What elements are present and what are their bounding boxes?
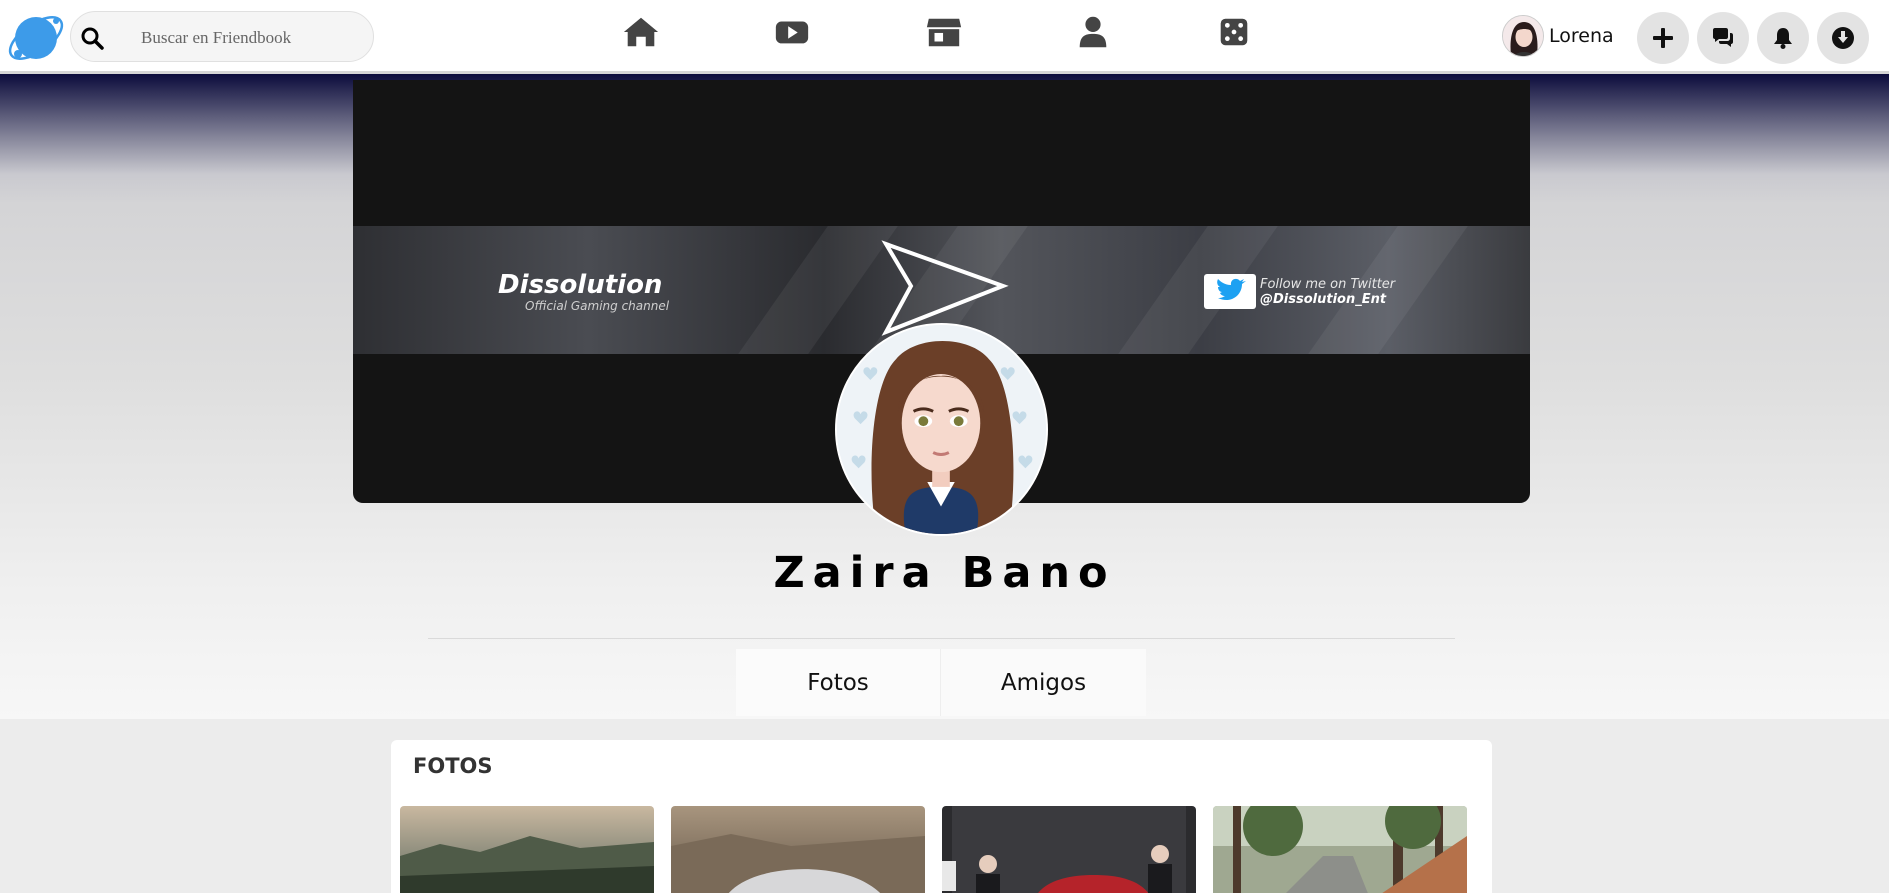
profile-tabs: Fotos Amigos [736,649,1146,716]
profile-picture[interactable] [835,323,1048,536]
photo-thumbnail-silver-car[interactable] [671,806,925,893]
create-button[interactable] [1637,12,1689,64]
dice-icon[interactable] [1213,14,1255,50]
profile-name: Zaira Bano [773,548,1116,598]
home-icon[interactable] [620,14,662,50]
photo-thumbnail-car-landscape[interactable] [400,806,654,893]
notifications-button[interactable] [1757,12,1809,64]
top-bar: Lorena [0,0,1889,74]
twitter-follow-text: Follow me on Twitter [1260,277,1396,292]
search-input[interactable] [141,26,361,50]
tab-amigos[interactable]: Amigos [941,649,1146,716]
photos-title: FOTOS [413,754,493,778]
video-icon[interactable] [771,14,813,50]
chat-icon [1713,28,1733,47]
photo-thumbnail-car-presentation[interactable] [942,806,1196,893]
search-icon[interactable] [80,26,104,50]
friendbook-logo-icon[interactable] [4,8,68,68]
bell-icon [1774,28,1792,49]
banner-subtitle: Official Gaming channel [525,299,670,313]
download-button[interactable] [1817,12,1869,64]
tab-fotos[interactable]: Fotos [736,649,941,716]
store-icon[interactable] [923,14,965,50]
current-user[interactable]: Lorena [1502,15,1614,57]
twitter-icon [1204,274,1256,309]
messages-button[interactable] [1697,12,1749,64]
plus-icon [1653,28,1673,48]
play-arrow-icon [881,240,1009,336]
twitter-handle: @Dissolution_Ent [1260,292,1387,307]
photos-card: FOTOS [391,740,1492,893]
photo-thumbnail-forest-road[interactable] [1213,806,1467,893]
header-divider [428,638,1455,639]
banner-brand: Dissolution [498,270,663,300]
avatar [1502,15,1544,57]
search-bar [70,11,374,62]
user-name: Lorena [1549,25,1614,47]
profile-icon[interactable] [1072,14,1114,50]
download-icon [1832,27,1854,49]
